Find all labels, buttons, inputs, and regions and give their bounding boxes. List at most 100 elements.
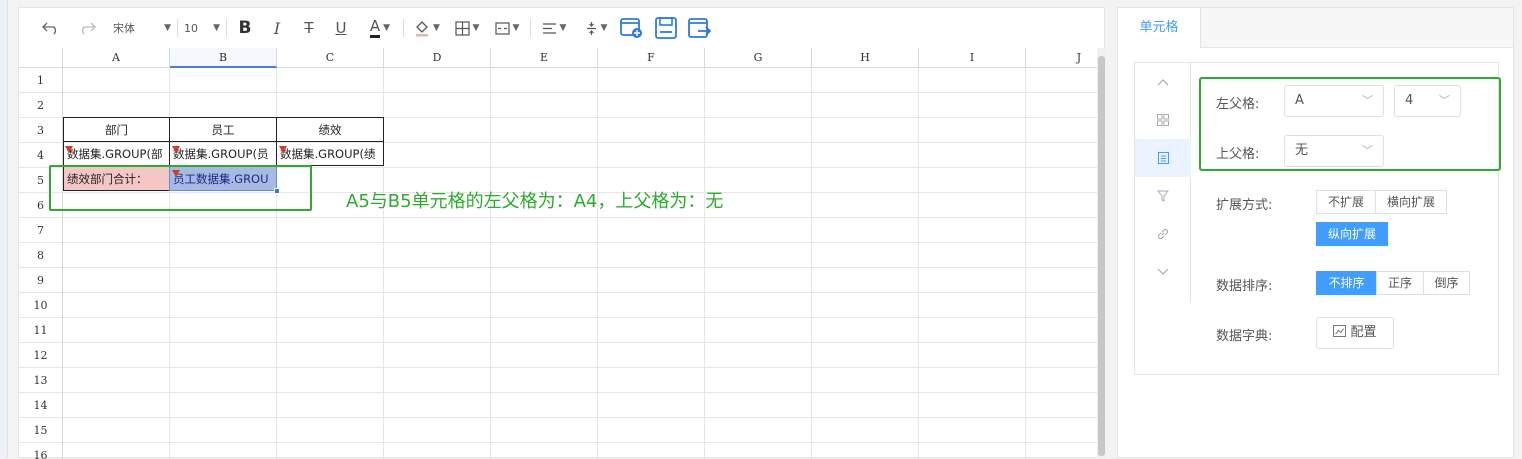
divider (403, 19, 404, 37)
column-header[interactable]: D (384, 48, 491, 68)
row-header[interactable]: 1 (19, 68, 63, 93)
save-button[interactable] (653, 14, 679, 42)
underline-button[interactable]: U (329, 14, 353, 42)
divider (530, 19, 531, 37)
dict-config-button[interactable]: 配置 (1316, 317, 1394, 349)
column-header[interactable]: G (705, 48, 812, 68)
chevron-down-icon: ▼ (383, 23, 391, 33)
cell-b3[interactable]: 员工 (169, 117, 277, 142)
row-header[interactable]: 14 (19, 393, 63, 418)
corner-cell[interactable] (19, 48, 63, 68)
vertical-align-icon (586, 21, 596, 35)
sort-asc-button[interactable]: 正序 (1376, 271, 1424, 295)
sort-desc-button[interactable]: 倒序 (1423, 271, 1470, 295)
save-icon (655, 17, 677, 39)
border-button[interactable]: ▼ (450, 14, 484, 42)
cell-a3[interactable]: 部门 (63, 117, 170, 142)
redo-button[interactable] (75, 14, 99, 42)
chevron-up-icon[interactable] (1135, 63, 1191, 101)
chevron-down-icon: ▼ (433, 23, 440, 33)
grid-line (918, 68, 919, 459)
cell-c4[interactable]: 数据集.GROUP(绩 (276, 141, 384, 166)
cell-b4[interactable]: 数据集.GROUP(员 (169, 141, 277, 166)
chevron-down-icon: ▼ (600, 23, 608, 33)
grid-line (704, 68, 705, 459)
grid-icon[interactable] (1135, 101, 1191, 139)
link-icon[interactable] (1135, 215, 1191, 253)
font-size-select[interactable]: 10 ▼ (184, 14, 220, 42)
grid-line (63, 317, 1097, 318)
side-nav (1135, 63, 1191, 303)
grid-line (597, 68, 598, 459)
column-header[interactable]: E (491, 48, 598, 68)
grid-line (63, 342, 1097, 343)
row-header[interactable]: 9 (19, 268, 63, 293)
expand-vertical-button[interactable]: 纵向扩展 (1316, 222, 1388, 246)
row-header[interactable]: 7 (19, 218, 63, 243)
sort-none-button[interactable]: 不排序 (1316, 271, 1377, 295)
font-color-button[interactable]: A ▼ (363, 14, 397, 42)
spreadsheet-grid[interactable]: A B C D E F G H I J 1 2 3 4 5 6 7 8 9 10 11 12 13 14 15 16 部门 员工 … (19, 48, 1097, 459)
grid-line (63, 92, 1097, 93)
border-icon (454, 20, 470, 36)
row-header[interactable]: 2 (19, 93, 63, 118)
align-left-icon (542, 22, 556, 34)
grid-line (63, 292, 1097, 293)
divider (226, 19, 227, 37)
row-header[interactable]: 3 (19, 118, 63, 143)
grid-line (63, 267, 1097, 268)
column-header[interactable]: B (170, 48, 277, 68)
redo-icon (81, 22, 96, 35)
grid-line (490, 68, 491, 459)
row-header[interactable]: 16 (19, 443, 63, 459)
row-header[interactable]: 12 (19, 343, 63, 368)
bold-button[interactable]: B (233, 14, 257, 42)
fill-color-button[interactable]: ▼ (410, 14, 444, 42)
dict-label: 数据字典: (1216, 329, 1273, 344)
font-family-select[interactable]: 宋体 ▼ (113, 14, 171, 42)
grid-line (63, 392, 1097, 393)
row-header[interactable]: 8 (19, 243, 63, 268)
font-size-value: 10 (184, 21, 198, 35)
align-button[interactable]: ▼ (537, 14, 571, 42)
undo-button[interactable] (39, 14, 63, 42)
dict-config-label: 配置 (1350, 325, 1377, 340)
highlight-box (1199, 77, 1501, 171)
font-family-value: 宋体 (113, 22, 135, 35)
row-header[interactable]: 11 (19, 318, 63, 343)
expand-down-icon (279, 146, 287, 153)
tab-cell[interactable]: 单元格 (1118, 8, 1201, 48)
row-header[interactable]: 15 (19, 418, 63, 443)
italic-button[interactable]: I (265, 14, 289, 42)
annotation-text: A5与B5单元格的左父格为：A4，上父格为：无 (346, 191, 724, 212)
cell-c3[interactable]: 绩效 (276, 117, 384, 142)
document-icon[interactable] (1135, 139, 1191, 177)
merge-cells-button[interactable]: ▼ (490, 14, 524, 42)
column-header[interactable]: F (598, 48, 705, 68)
vertical-scrollbar[interactable] (1097, 48, 1106, 459)
paint-bucket-icon (416, 21, 429, 37)
expand-horizontal-button[interactable]: 横向扩展 (1375, 190, 1447, 214)
expand-none-button[interactable]: 不扩展 (1316, 190, 1376, 214)
strikethrough-button[interactable]: T (297, 14, 321, 42)
column-header[interactable]: I (919, 48, 1026, 68)
chevron-down-icon: ▼ (512, 23, 520, 33)
export-icon (688, 18, 712, 38)
column-header[interactable]: H (812, 48, 919, 68)
column-header[interactable]: C (277, 48, 384, 68)
scrollbar-thumb[interactable] (1098, 56, 1105, 456)
column-header[interactable]: J (1026, 48, 1097, 68)
chevron-down-icon: ▼ (559, 23, 567, 33)
add-window-button[interactable] (619, 14, 645, 42)
row-header[interactable]: 10 (19, 293, 63, 318)
chevron-down-icon[interactable] (1135, 253, 1191, 291)
export-button[interactable] (687, 14, 713, 42)
vertical-align-button[interactable]: ▼ (579, 14, 613, 42)
chevron-down-icon: ▼ (213, 23, 220, 33)
expand-label: 扩展方式: (1216, 198, 1273, 213)
toolbar: 宋体 ▼ 10 ▼ B I T U A ▼ ▼ ▼ ▼ ▼ ▼ (19, 8, 1104, 48)
column-header[interactable]: A (63, 48, 170, 68)
filter-icon[interactable] (1135, 177, 1191, 215)
cell-a4[interactable]: 数据集.GROUP(部 (63, 141, 170, 166)
row-header[interactable]: 13 (19, 368, 63, 393)
